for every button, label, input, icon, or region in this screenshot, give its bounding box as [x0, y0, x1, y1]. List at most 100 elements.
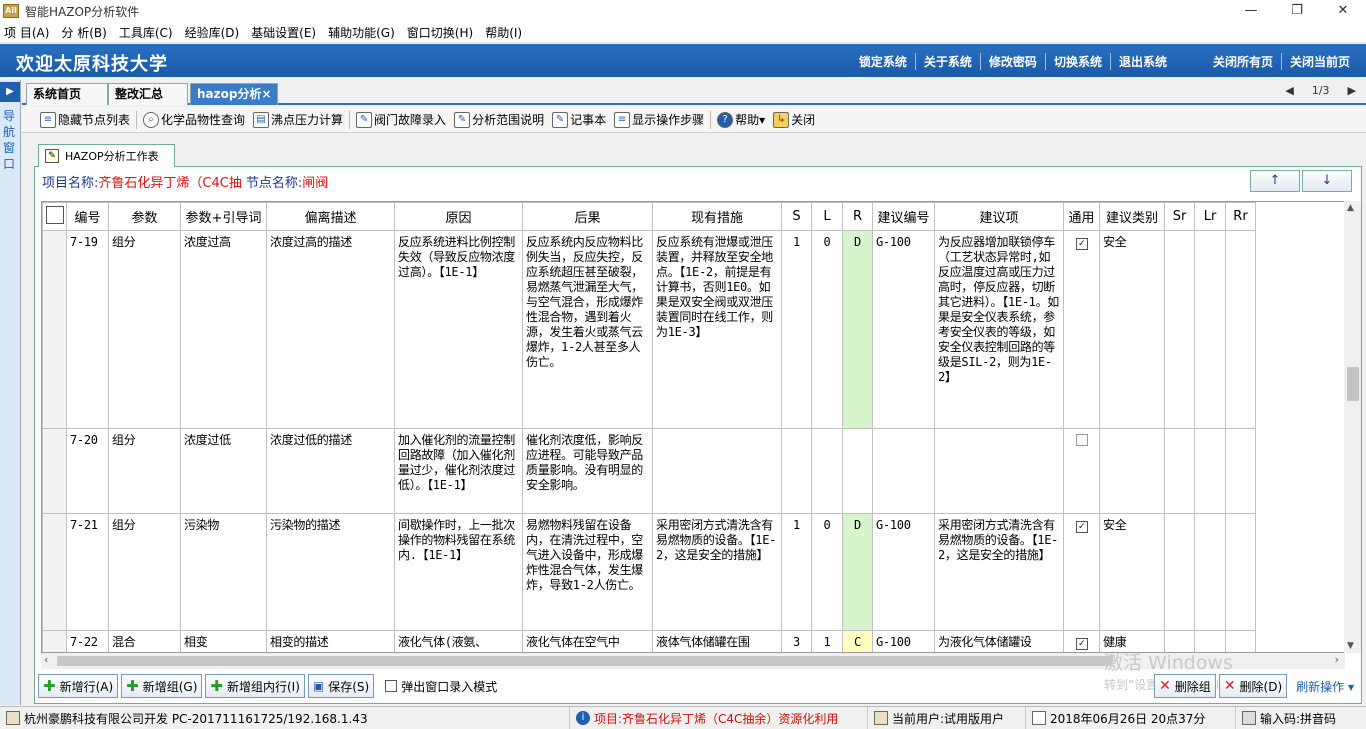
cell-param[interactable]: 组分 [108, 230, 181, 429]
switch-system-link[interactable]: 切换系统 [1044, 53, 1110, 70]
tab-hazop-analysis[interactable]: hazop分析× [190, 83, 278, 105]
cell-sr[interactable] [1164, 230, 1195, 429]
cell-s[interactable] [781, 428, 812, 514]
cell-rr[interactable] [1225, 230, 1256, 429]
cell-id[interactable]: 7-19 [66, 230, 109, 429]
scroll-right-icon[interactable]: › [1335, 653, 1339, 666]
column-header[interactable]: 后果 [522, 202, 653, 231]
cell-suggestion-no[interactable]: G-100 [872, 630, 935, 652]
menu-experience[interactable]: 经验库(D) [179, 24, 246, 41]
table-row[interactable]: 7-20 组分 浓度过低 浓度过低的描述 加入催化剂的流量控制回路故障（加入催化… [42, 428, 1256, 514]
cell-id[interactable]: 7-20 [66, 428, 109, 514]
cell-rr[interactable] [1225, 428, 1256, 514]
cell-guide[interactable]: 浓度过低 [180, 428, 267, 514]
cell-suggestion[interactable]: 为液化气体储罐设 [934, 630, 1064, 652]
column-header[interactable]: 通用 [1063, 202, 1100, 231]
boiling-pressure-calc-button[interactable]: ▤ 沸点压力计算 [249, 109, 347, 131]
common-checkbox[interactable]: ✓ [1075, 238, 1088, 250]
column-header[interactable]: 参数 [108, 202, 181, 231]
add-row-button[interactable]: ✚ 新增行(A) [38, 674, 119, 698]
pager-prev-icon[interactable]: ◀ [1285, 84, 1293, 97]
cell-sr[interactable] [1164, 428, 1195, 514]
cell-measures[interactable]: 液体气体储罐在围 [652, 630, 782, 652]
scroll-left-icon[interactable]: ‹ [44, 653, 48, 666]
move-up-button[interactable]: ↑ [1250, 170, 1300, 192]
analysis-scope-button[interactable]: ✎ 分析范围说明 [450, 109, 548, 131]
scroll-up-icon[interactable]: ▲ [1347, 203, 1354, 213]
cell-l[interactable] [811, 428, 843, 514]
save-button[interactable]: ▣ 保存(S) [307, 674, 375, 698]
cell-suggestion-no[interactable] [872, 428, 935, 514]
cell-suggestion-no[interactable]: G-100 [872, 230, 935, 429]
minimize-button[interactable]: — [1228, 0, 1274, 22]
about-system-link[interactable]: 关于系统 [914, 53, 980, 70]
cell-s[interactable]: 1 [781, 230, 812, 429]
row-selector[interactable] [42, 513, 67, 631]
select-all-header[interactable] [42, 202, 67, 231]
select-all-box[interactable] [45, 206, 64, 224]
hazop-worksheet-tab[interactable]: ✎ HAZOP分析工作表 [38, 144, 175, 167]
cell-id[interactable]: 7-21 [66, 513, 109, 631]
table-row[interactable]: 7-19 组分 浓度过高 浓度过高的描述 反应系统进料比例控制失效（导致反应物浓… [42, 230, 1256, 429]
cell-l[interactable]: 1 [811, 630, 843, 652]
valve-fault-entry-button[interactable]: ✎ 阀门故障录入 [352, 109, 450, 131]
menu-toolbox[interactable]: 工具库(C) [113, 24, 179, 41]
column-header[interactable]: 建议类别 [1099, 202, 1165, 231]
cell-l[interactable]: 0 [811, 513, 843, 631]
cell-common[interactable]: ✓ [1063, 630, 1100, 652]
column-header[interactable]: S [781, 202, 812, 231]
common-checkbox[interactable]: ✓ [1075, 521, 1088, 533]
expand-nav-icon[interactable]: ▶ [0, 82, 20, 102]
cell-deviation[interactable]: 相变的描述 [266, 630, 395, 652]
column-header[interactable]: 建议项 [934, 202, 1064, 231]
table-row[interactable]: 7-21 组分 污染物 污染物的描述 间歇操作时，上一批次操作的物料残留在系统内… [42, 513, 1256, 631]
lock-system-link[interactable]: 锁定系统 [851, 53, 915, 70]
cell-suggestion[interactable] [934, 428, 1064, 514]
column-header[interactable]: Lr [1194, 202, 1226, 231]
common-checkbox[interactable] [1075, 434, 1088, 446]
restore-button[interactable]: ❐ [1274, 0, 1320, 22]
cell-l[interactable]: 0 [811, 230, 843, 429]
close-current-page-link[interactable]: 关闭当前页 [1280, 53, 1358, 70]
column-header[interactable]: 参数+引导词 [180, 202, 267, 231]
cell-guide[interactable]: 相变 [180, 630, 267, 652]
cell-deviation[interactable]: 浓度过高的描述 [266, 230, 395, 429]
cell-cause[interactable]: 加入催化剂的流量控制回路故障（加入催化剂量过少，催化剂浓度过低）。【1E-1】 [394, 428, 523, 514]
cell-measures[interactable]: 反应系统有泄爆或泄压装置，并释放至安全地点。【1E-2，前提是有计算书，否则1E… [652, 230, 782, 429]
menu-project[interactable]: 项 目(A) [0, 24, 55, 41]
menu-aux-functions[interactable]: 辅助功能(G) [322, 24, 401, 41]
vertical-scrollbar[interactable]: ▲ ▼ [1344, 201, 1361, 653]
column-header[interactable]: 建议编号 [872, 202, 935, 231]
cell-category[interactable]: 安全 [1099, 230, 1165, 429]
column-header[interactable]: Sr [1164, 202, 1195, 231]
navigation-window-label[interactable]: 导航窗口 [3, 108, 17, 172]
popup-entry-checkbox[interactable]: 弹出窗口录入模式 [385, 678, 497, 695]
hide-node-list-button[interactable]: ≡ 隐藏节点列表 [36, 109, 134, 131]
column-header[interactable]: 编号 [66, 202, 109, 231]
column-header[interactable]: 现有措施 [652, 202, 782, 231]
column-header[interactable]: 原因 [394, 202, 523, 231]
more-operations-dropdown[interactable]: 刷新操作 ▾ [1296, 678, 1354, 695]
cell-suggestion[interactable]: 为反应器增加联锁停车（工艺状态异常时,如反应温度过高或压力过高时，停反应器，切断… [934, 230, 1064, 429]
cell-param[interactable]: 组分 [108, 428, 181, 514]
cell-r[interactable]: D [842, 513, 873, 631]
delete-button[interactable]: ✕ 删除(D) [1218, 674, 1288, 698]
column-header[interactable]: 偏离描述 [266, 202, 395, 231]
exit-system-link[interactable]: 退出系统 [1109, 53, 1175, 70]
menu-window-switch[interactable]: 窗口切换(H) [401, 24, 479, 41]
cell-param[interactable]: 混合 [108, 630, 181, 652]
menu-basic-settings[interactable]: 基础设置(E) [245, 24, 322, 41]
cell-cause[interactable]: 反应系统进料比例控制失效（导致反应物浓度过高）。【1E-1】 [394, 230, 523, 429]
cell-id[interactable]: 7-22 [66, 630, 109, 652]
cell-consequence[interactable]: 易燃物料残留在设备内，在清洗过程中，空气进入设备中，形成爆炸性混合气体，发生爆炸… [522, 513, 653, 631]
vertical-scroll-thumb[interactable] [1347, 367, 1359, 401]
close-window-button[interactable]: ✕ [1320, 0, 1366, 22]
delete-group-button[interactable]: ✕ 删除组 [1154, 674, 1216, 698]
checkbox-box[interactable] [385, 680, 398, 692]
cell-consequence[interactable]: 液化气体在空气中 [522, 630, 653, 652]
notepad-button[interactable]: ✎ 记事本 [548, 109, 610, 131]
add-group-button[interactable]: ✚ 新增组(G) [121, 674, 203, 698]
cell-s[interactable]: 1 [781, 513, 812, 631]
cell-lr[interactable] [1194, 230, 1226, 429]
add-row-in-group-button[interactable]: ✚ 新增组内行(I) [205, 674, 305, 698]
